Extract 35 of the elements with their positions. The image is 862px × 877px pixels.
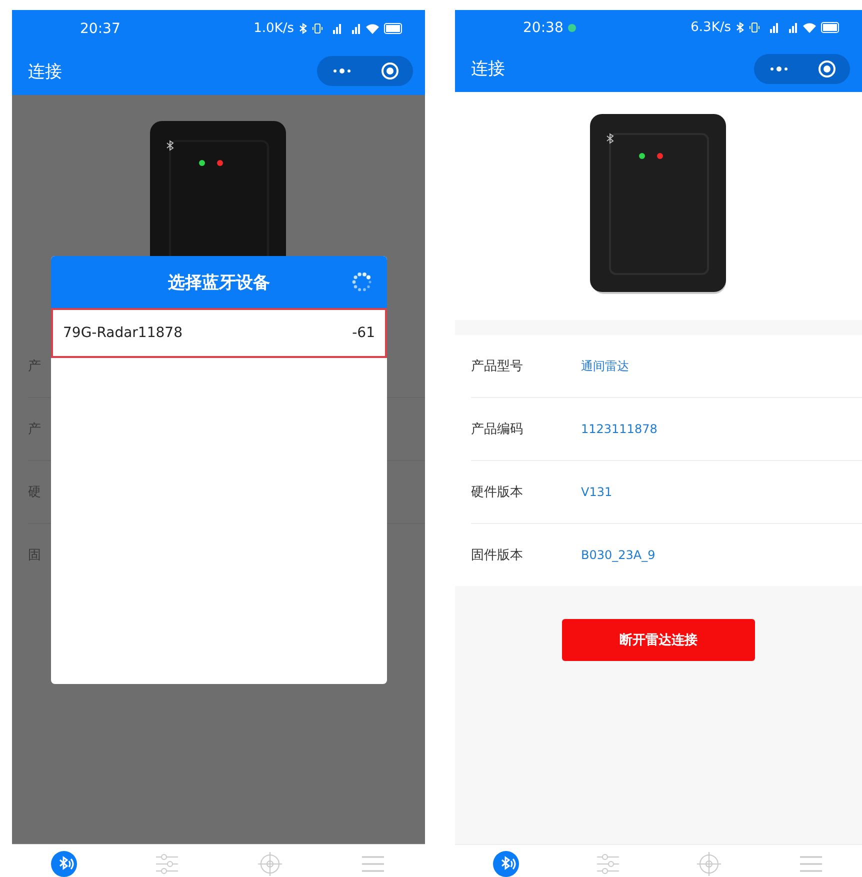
field-label: 产品编码: [471, 421, 524, 438]
sliders-icon[interactable]: [594, 851, 621, 877]
more-icon[interactable]: [768, 66, 788, 72]
battery-icon: [821, 22, 840, 33]
status-time: 20:38: [523, 20, 564, 36]
vibrate-icon: [312, 23, 323, 34]
page-title: 连接: [28, 60, 62, 82]
field-value: B030_23A_9: [581, 548, 656, 562]
crosshair-icon[interactable]: [696, 851, 722, 877]
field-label: 固件版本: [471, 547, 524, 564]
vibrate-icon: [749, 22, 760, 33]
device-name: 79G-Radar11878: [63, 325, 182, 341]
field-label: 硬件版本: [471, 484, 524, 501]
crosshair-icon[interactable]: [257, 851, 284, 877]
wifi-icon: [366, 24, 379, 34]
field-label: 产品型号: [471, 358, 524, 375]
dialog-title: 选择蓝牙设备: [168, 272, 270, 294]
more-icon[interactable]: [332, 68, 352, 74]
bluetooth-icon[interactable]: [50, 851, 77, 877]
wifi-icon: [803, 22, 816, 32]
network-speed: 6.3K/s: [690, 20, 731, 35]
network-speed: 1.0K/s: [254, 21, 294, 36]
field-value: 通间雷达: [581, 358, 629, 374]
device-item[interactable]: 79G-Radar11878 -61: [51, 308, 387, 358]
page-title: 连接: [471, 58, 505, 80]
bluetooth-icon[interactable]: [492, 851, 519, 877]
battery-icon: [384, 23, 403, 34]
disconnect-button[interactable]: 断开雷达连接: [562, 619, 755, 661]
signal-strength: -61: [352, 325, 375, 341]
status-time: 20:37: [80, 20, 120, 36]
field-value: V131: [581, 485, 612, 499]
sliders-icon[interactable]: [154, 851, 180, 877]
bluetooth-icon: [299, 23, 307, 34]
field-value: 1123111878: [581, 422, 658, 436]
bluetooth-icon: [736, 22, 744, 33]
